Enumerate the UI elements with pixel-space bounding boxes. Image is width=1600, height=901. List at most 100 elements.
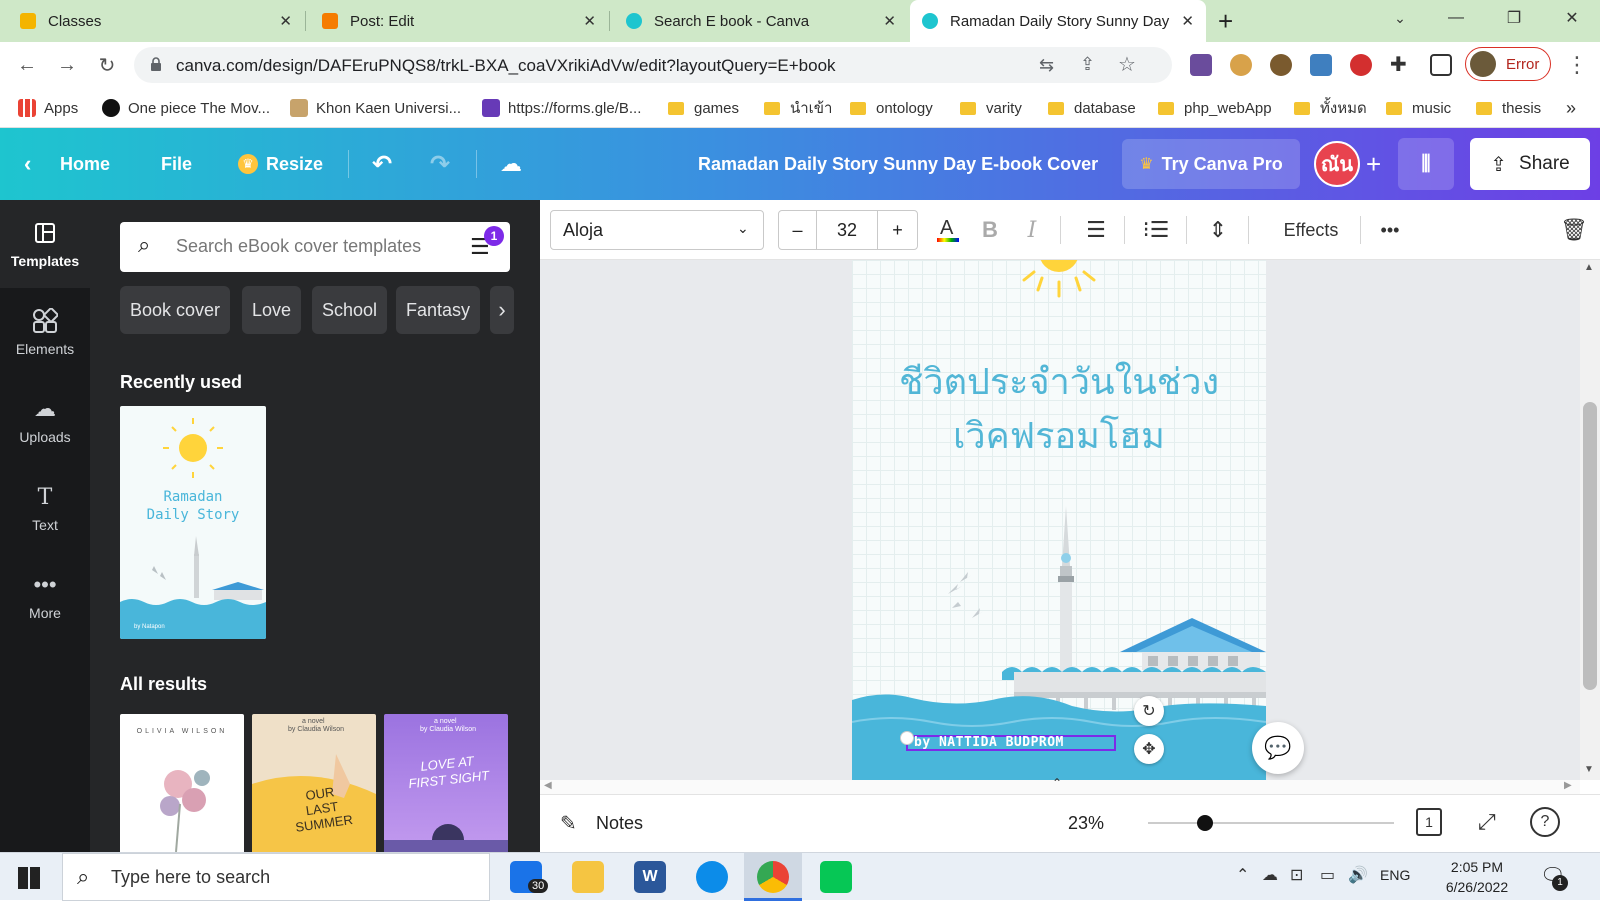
- trash-icon[interactable]: 🗑: [1558, 214, 1590, 246]
- page-count-button[interactable]: 1: [1416, 808, 1442, 836]
- close-tab-icon[interactable]: ✕: [1181, 12, 1194, 30]
- back-icon[interactable]: ←: [12, 50, 42, 80]
- scroll-right-icon[interactable]: ▶: [1564, 780, 1572, 791]
- edge-icon[interactable]: [696, 861, 728, 893]
- reload-icon[interactable]: ↻: [92, 50, 122, 80]
- share-button[interactable]: ⇪ Share: [1470, 138, 1590, 190]
- scroll-down-icon[interactable]: ▼: [1584, 764, 1594, 775]
- close-window-icon[interactable]: ✕: [1544, 0, 1600, 36]
- side-panel-icon[interactable]: [1430, 54, 1452, 76]
- cover-title-line1[interactable]: ชีวิตประจำวันในช่วง: [852, 356, 1266, 410]
- bullet-list-icon[interactable]: ⁝☰: [1140, 214, 1172, 246]
- network-icon[interactable]: ⊡: [1290, 865, 1303, 885]
- bookmark-folder-database[interactable]: database: [1048, 96, 1136, 120]
- fullscreen-icon[interactable]: ⤢: [1478, 809, 1496, 835]
- italic-button[interactable]: I: [1016, 214, 1048, 246]
- file-menu-button[interactable]: File: [161, 146, 192, 182]
- resize-handle[interactable]: [900, 731, 914, 745]
- browser-tab-classes[interactable]: Classes ✕: [8, 0, 304, 42]
- vertical-scrollbar[interactable]: ▲ ▼: [1580, 260, 1600, 780]
- chevron-left-icon[interactable]: ‹: [24, 146, 31, 182]
- taskbar-search-input[interactable]: ⌕ Type here to search: [62, 853, 490, 901]
- minimize-icon[interactable]: —: [1428, 0, 1484, 36]
- close-tab-icon[interactable]: ✕: [583, 12, 596, 30]
- browser-tab-search-ebook[interactable]: Search E book - Canva ✕: [614, 0, 908, 42]
- file-explorer-icon[interactable]: [572, 861, 604, 893]
- forward-icon[interactable]: →: [52, 50, 82, 80]
- address-bar[interactable]: canva.com/design/DAFEruPNQS8/trkL-BXA_co…: [134, 47, 1172, 83]
- chips-next-chevron-icon[interactable]: ›: [490, 286, 514, 334]
- bookmark-folder-all[interactable]: ทั้งหมด: [1294, 96, 1367, 120]
- profile-button[interactable]: Error: [1465, 47, 1551, 81]
- rail-item-elements[interactable]: Elements: [0, 288, 90, 376]
- undo-icon[interactable]: ↶: [372, 146, 392, 182]
- bookmark-folder-php[interactable]: php_webApp: [1158, 96, 1272, 120]
- bookmark-star-icon[interactable]: ☆: [1118, 52, 1136, 77]
- word-icon[interactable]: W: [634, 861, 666, 893]
- more-bookmarks-button[interactable]: »: [1566, 96, 1576, 120]
- align-left-icon[interactable]: ☰: [1080, 214, 1112, 246]
- rail-item-uploads[interactable]: ☁ Uploads: [0, 376, 90, 464]
- bookmark-folder-thesis[interactable]: thesis: [1476, 96, 1541, 120]
- horizontal-scrollbar[interactable]: ◀ ▶ ⌃: [540, 776, 1580, 794]
- mail-icon[interactable]: 30: [510, 861, 549, 893]
- help-icon[interactable]: ?: [1530, 807, 1560, 837]
- windows-start-icon[interactable]: [18, 867, 40, 889]
- bookmark-forms[interactable]: https://forms.gle/B...: [482, 96, 641, 120]
- cover-title-line2[interactable]: เวิคฟรอมโฮม: [852, 410, 1266, 464]
- browser-tab-post-edit[interactable]: Post: Edit ✕: [310, 0, 608, 42]
- cloud-saved-icon[interactable]: ☁: [500, 146, 522, 182]
- move-handle-icon[interactable]: ✥: [1134, 734, 1164, 764]
- language-indicator[interactable]: ENG: [1380, 867, 1410, 883]
- recent-template-thumbnail[interactable]: Ramadan Daily Story by Natapon: [120, 406, 266, 639]
- browser-menu-icon[interactable]: ⋮: [1562, 50, 1592, 80]
- scrollbar-thumb[interactable]: [1583, 402, 1597, 690]
- chrome-taskbar-button[interactable]: [744, 853, 802, 901]
- user-avatar[interactable]: ณัน: [1314, 141, 1360, 187]
- rail-item-more[interactable]: ••• More: [0, 552, 90, 640]
- font-size-input[interactable]: 32: [817, 211, 877, 249]
- effects-button[interactable]: Effects: [1266, 214, 1356, 246]
- share-page-icon[interactable]: ⇪: [1080, 54, 1095, 75]
- home-button[interactable]: Home: [60, 146, 110, 182]
- system-clock[interactable]: 2:05 PM 6/26/2022: [1438, 857, 1516, 897]
- chip-school[interactable]: School: [312, 286, 388, 334]
- notes-pencil-icon[interactable]: ✎: [560, 811, 577, 836]
- extension-icon[interactable]: [1310, 54, 1332, 76]
- owl-extension-icon[interactable]: [1270, 54, 1292, 76]
- onedrive-error-icon[interactable]: ☁: [1262, 865, 1278, 885]
- chip-love[interactable]: Love: [242, 286, 302, 334]
- bookmark-folder-import[interactable]: นำเข้า: [764, 96, 832, 120]
- extension-icon[interactable]: [1190, 54, 1212, 76]
- zoom-slider-knob[interactable]: [1196, 815, 1213, 831]
- bookmark-folder-music[interactable]: music: [1386, 96, 1451, 120]
- zoom-percentage[interactable]: 23%: [1068, 813, 1104, 834]
- template-search-input[interactable]: ⌕ Search eBook cover templates ☰ 1: [120, 222, 510, 272]
- line-spacing-icon[interactable]: ⇕: [1202, 214, 1234, 246]
- battery-icon[interactable]: ▭: [1320, 865, 1335, 885]
- increase-size-button[interactable]: +: [877, 211, 917, 249]
- bookmark-apps[interactable]: Apps: [18, 96, 78, 120]
- extensions-puzzle-icon[interactable]: ✚: [1390, 52, 1412, 76]
- bookmark-folder-ontology[interactable]: ontology: [850, 96, 933, 120]
- extension-icon[interactable]: [1350, 54, 1372, 76]
- chip-fantasy[interactable]: Fantasy: [396, 286, 481, 334]
- chevron-up-icon[interactable]: ⌃: [1052, 776, 1062, 790]
- try-canva-pro-button[interactable]: ♛ Try Canva Pro: [1122, 139, 1300, 189]
- decrease-size-button[interactable]: –: [779, 211, 817, 249]
- text-color-icon[interactable]: A: [932, 214, 964, 246]
- chip-book-cover[interactable]: Book cover: [120, 286, 231, 334]
- design-workspace[interactable]: ชีวิตประจำวันในช่วง เวิคฟรอมโฮม by NATTI…: [540, 260, 1580, 780]
- browser-tab-ramadan-active[interactable]: Ramadan Daily Story Sunny Day E ✕: [910, 0, 1206, 42]
- more-options-button[interactable]: •••: [1374, 214, 1406, 246]
- volume-icon[interactable]: 🔊: [1348, 865, 1368, 885]
- resize-button[interactable]: ♛ Resize: [238, 146, 323, 182]
- design-title[interactable]: Ramadan Daily Story Sunny Day E-book Cov…: [698, 146, 1098, 182]
- chevron-up-tray-icon[interactable]: ⌃: [1236, 865, 1249, 885]
- bookmark-khon-kaen[interactable]: Khon Kaen Universi...: [290, 96, 461, 120]
- close-tab-icon[interactable]: ✕: [883, 12, 896, 30]
- bold-button[interactable]: B: [974, 214, 1006, 246]
- rail-item-text[interactable]: T Text: [0, 464, 90, 552]
- font-family-select[interactable]: Aloja ⌄: [550, 210, 764, 250]
- bookmark-folder-varity[interactable]: varity: [960, 96, 1022, 120]
